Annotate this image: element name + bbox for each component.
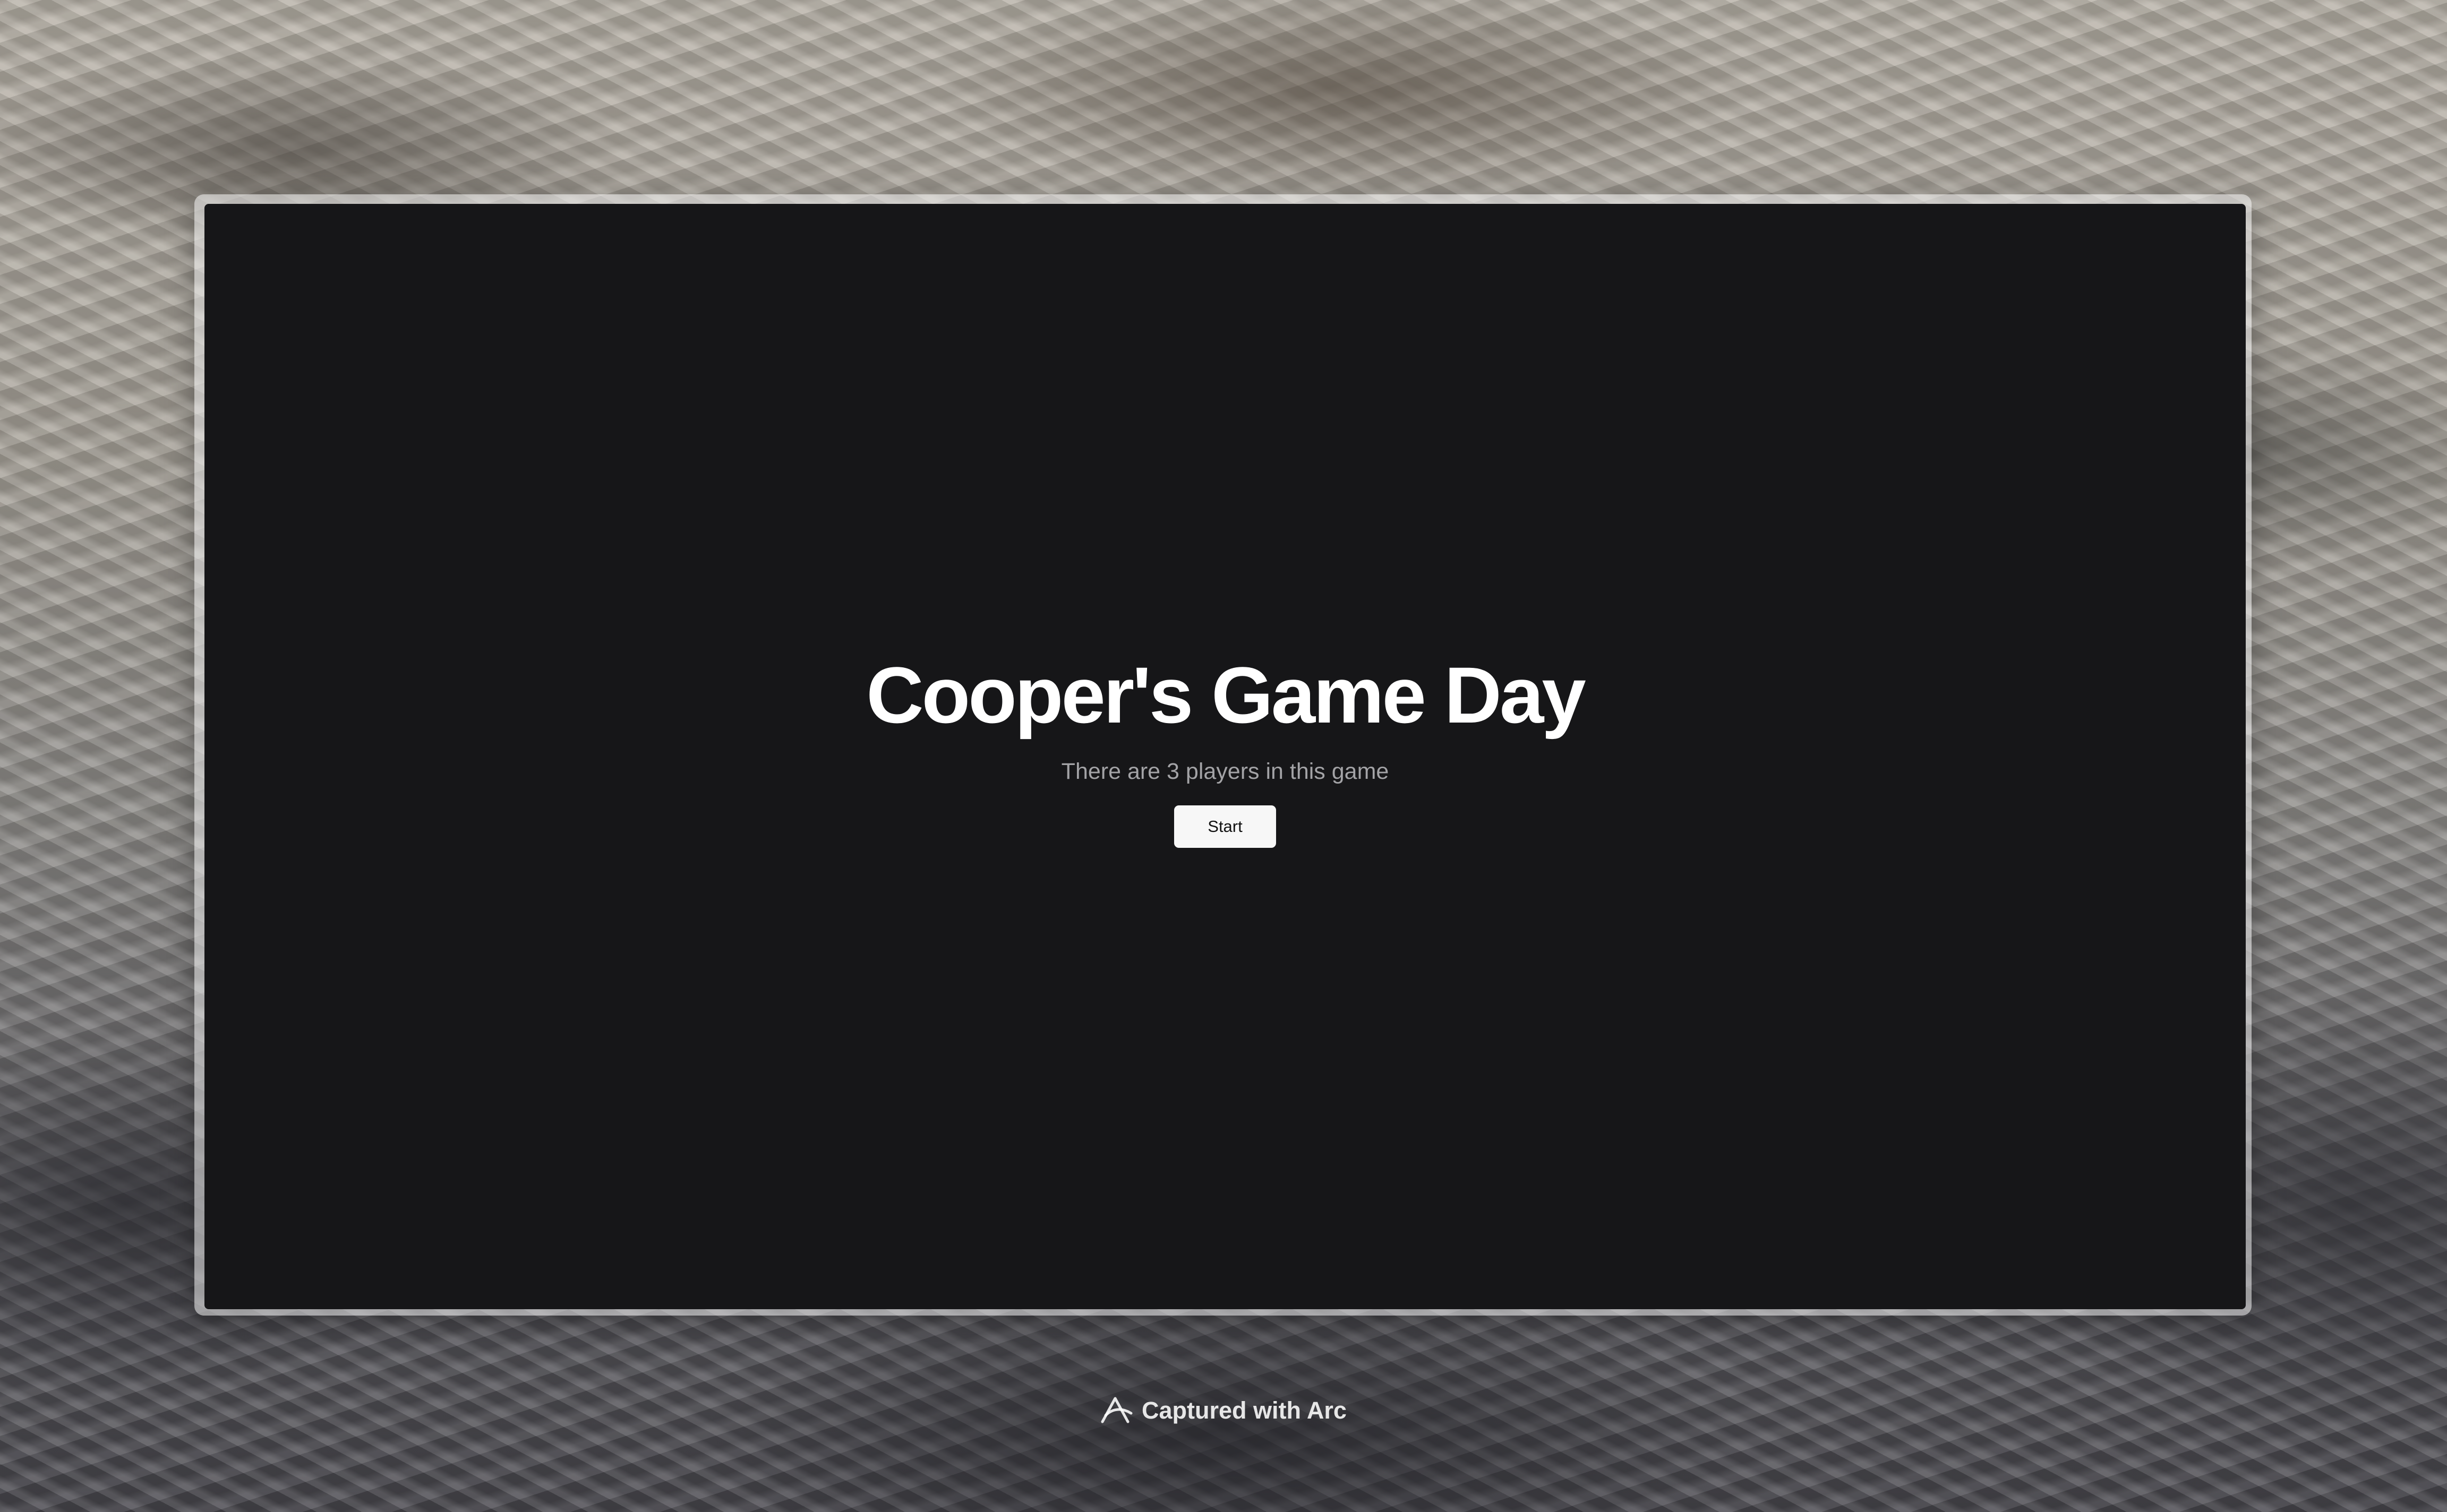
arc-logo-icon (1101, 1397, 1133, 1423)
capture-watermark: Captured with Arc (1099, 1395, 1347, 1426)
watermark-text: Captured with Arc (1142, 1397, 1347, 1424)
game-title: Cooper's Game Day (866, 650, 1586, 740)
game-lobby: Cooper's Game Day There are 3 players in… (204, 655, 2246, 848)
player-count-text: There are 3 players in this game (1061, 759, 1389, 784)
game-lobby-window: Cooper's Game Day There are 3 players in… (204, 204, 2246, 1309)
start-button[interactable]: Start (1174, 805, 1276, 848)
